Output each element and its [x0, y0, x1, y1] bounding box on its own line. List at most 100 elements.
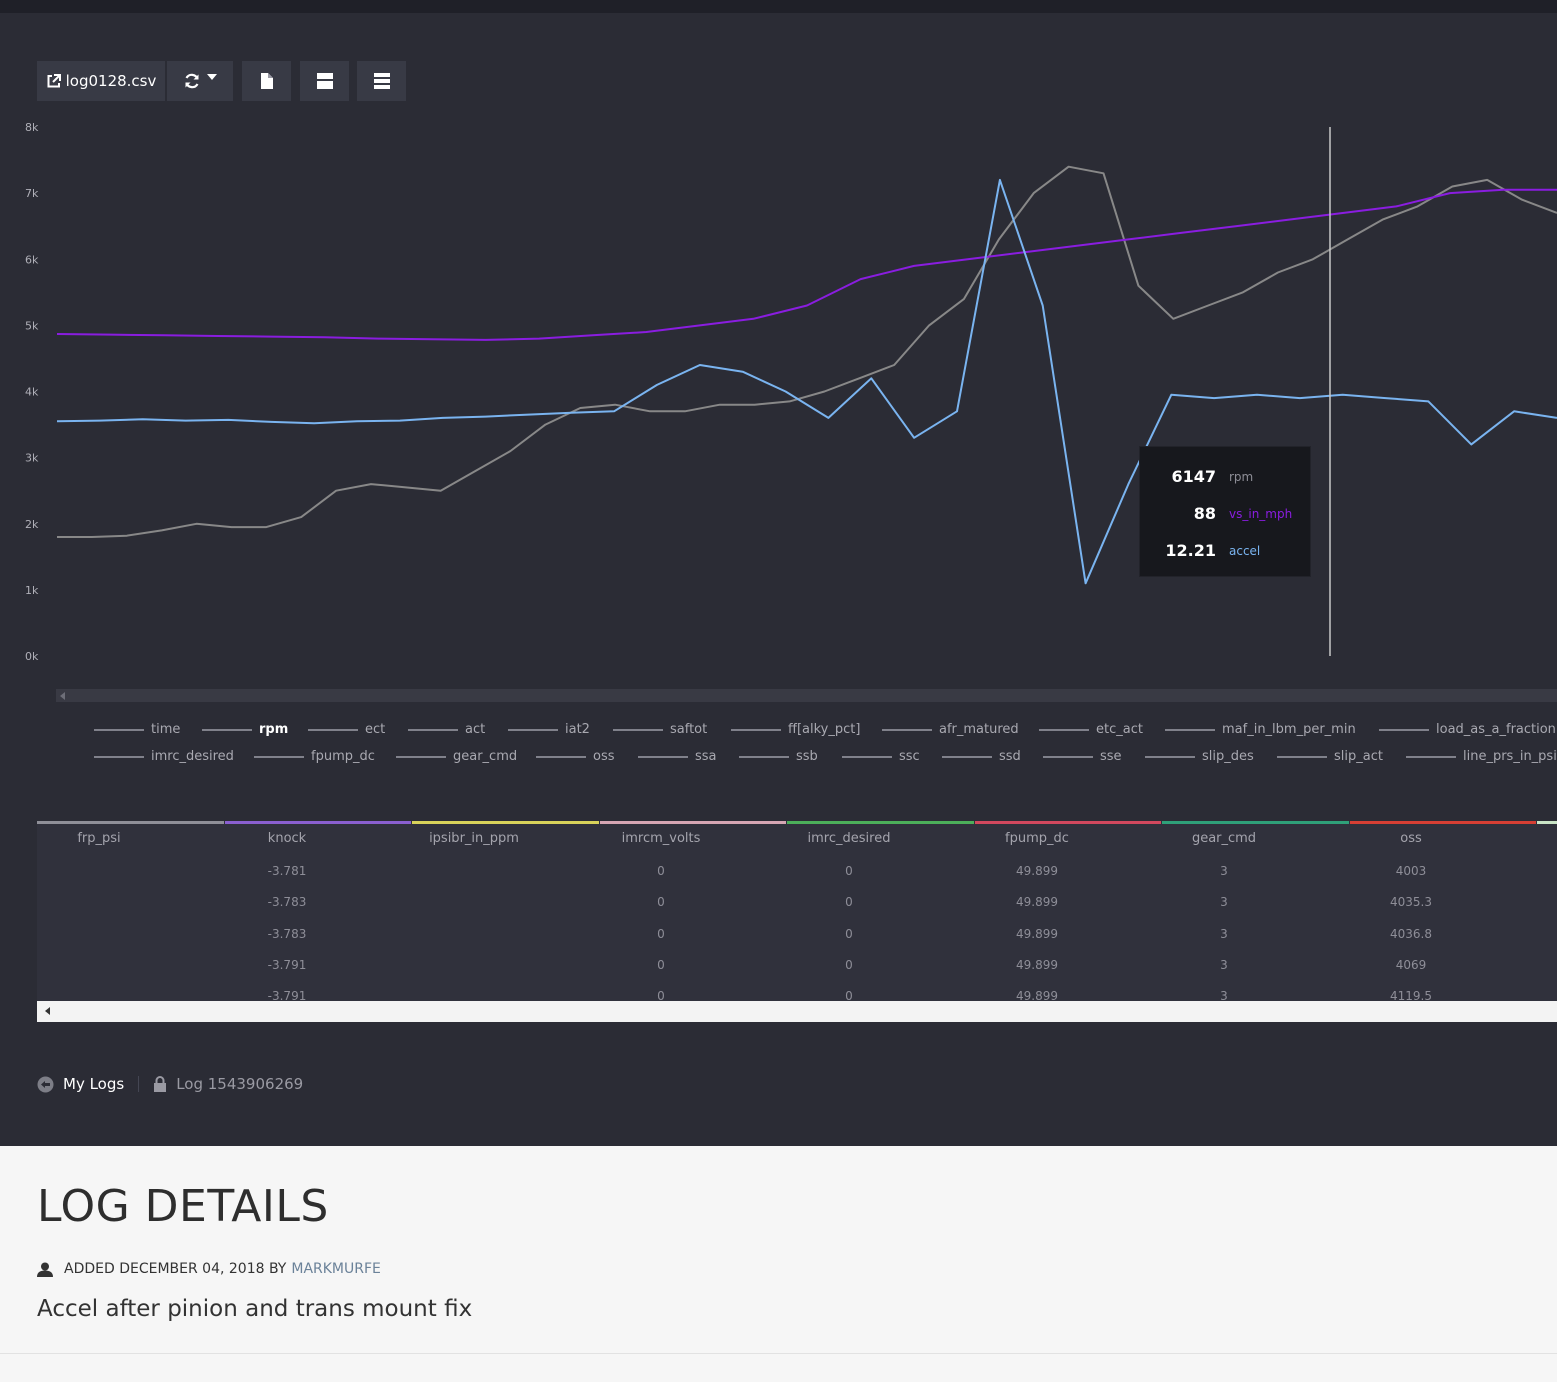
legend-line	[508, 728, 558, 731]
legend-label: ssa	[695, 749, 717, 764]
user-icon	[37, 1262, 53, 1277]
legend-item[interactable]: iat2	[508, 722, 590, 737]
table-cell: -3.783	[267, 926, 307, 941]
tooltip-row-accel: 12.21 accel	[1140, 541, 1312, 561]
legend-line	[94, 728, 144, 731]
legend-item[interactable]: ff[alky_pct]	[731, 722, 860, 737]
legend-line	[1145, 755, 1195, 758]
legend-item[interactable]: rpm	[202, 722, 288, 737]
scroll-left-icon[interactable]	[60, 692, 65, 700]
column-color-bar	[1162, 821, 1349, 824]
table-cell: 4069	[1395, 957, 1427, 972]
log-chart[interactable]: 8k 7k 6k 5k 4k 3k 2k 1k 0k	[0, 110, 1557, 680]
table-cell: 0	[845, 926, 853, 941]
legend-item[interactable]: fpump_dc	[254, 749, 375, 764]
legend-line	[882, 728, 932, 731]
table-cell: 0	[657, 926, 665, 941]
legend-label: act	[465, 722, 486, 737]
tooltip-value: 88	[1193, 504, 1216, 523]
legend-label: sse	[1100, 749, 1122, 764]
legend-item[interactable]: ssd	[942, 749, 1021, 764]
single-view-icon	[316, 73, 333, 89]
legend-item[interactable]: ssc	[842, 749, 920, 764]
page-title: LOG DETAILS	[37, 1181, 329, 1232]
legend-item[interactable]: maf_in_lbm_per_min	[1165, 722, 1356, 737]
column-header[interactable]: oss	[1331, 831, 1491, 846]
legend-label: ssb	[796, 749, 818, 764]
legend-item[interactable]: ssa	[638, 749, 717, 764]
legend-line	[1039, 728, 1089, 731]
legend-item[interactable]: gear_cmd	[396, 749, 517, 764]
legend-item[interactable]: line_prs_in_psi	[1406, 749, 1557, 764]
back-arrow-icon[interactable]	[37, 1076, 54, 1093]
author-link[interactable]: MARKMURFE	[291, 1261, 381, 1277]
y-tick-label: 1k	[25, 584, 39, 597]
column-color-bar	[1537, 821, 1557, 824]
legend-item[interactable]: imrc_desired	[94, 749, 234, 764]
column-color-bar	[599, 821, 786, 824]
table-cell: -3.791	[267, 957, 307, 972]
breadcrumb: My Logs Log 1543906269	[37, 1072, 303, 1096]
table-cell: -3.781	[267, 864, 307, 878]
column-header[interactable]: gear_cmd	[1144, 831, 1304, 846]
table-cell: 49.899	[1016, 864, 1058, 878]
tooltip-row-rpm: 6147 rpm	[1140, 467, 1312, 487]
column-header[interactable]: fpump_dc	[957, 831, 1117, 846]
data-table: frp_psi knock ipsibr_in_ppm imrcm_volts imrc…	[37, 821, 1557, 1001]
column-color-bar	[1349, 821, 1536, 824]
top-bar	[0, 0, 1557, 13]
my-logs-link[interactable]: My Logs	[63, 1075, 124, 1093]
list-view-button[interactable]	[357, 61, 406, 101]
legend-label: rpm	[259, 722, 289, 737]
column-header[interactable]: imrc_desired	[769, 831, 929, 846]
table-cell: 0	[845, 957, 853, 972]
open-file-button[interactable]: log0128.csv	[37, 61, 165, 101]
table-cell: 0	[845, 895, 853, 910]
column-color-bar	[37, 821, 224, 824]
column-header[interactable]: ipsibr_in_ppm	[394, 831, 554, 846]
legend-label: fpump_dc	[311, 749, 375, 764]
legend-item[interactable]: oss	[536, 749, 615, 764]
column-header[interactable]: frp_psi	[37, 831, 179, 846]
legend-item[interactable]: etc_act	[1039, 722, 1143, 737]
table-cell: -3.791	[267, 989, 307, 1001]
scroll-left-icon[interactable]	[45, 1007, 50, 1015]
table-horizontal-scrollbar[interactable]	[37, 1001, 1557, 1022]
series-line-vs-in-mph	[56, 188, 1557, 341]
column-header[interactable]: imrcm_volts	[581, 831, 741, 846]
column-color-bars	[37, 821, 1557, 824]
legend-line	[202, 728, 252, 731]
legend-label: slip_des	[1202, 749, 1254, 764]
legend-line	[942, 755, 992, 758]
table-cell: 49.899	[1016, 895, 1058, 910]
legend-label: iat2	[565, 722, 590, 737]
legend-item[interactable]: ect	[308, 722, 385, 737]
legend-item[interactable]: load_as_a_fraction	[1379, 722, 1556, 737]
column-color-bar	[974, 821, 1161, 824]
log-description: Accel after pinion and trans mount fix	[37, 1296, 473, 1322]
single-view-button[interactable]	[300, 61, 349, 101]
series-line-rpm	[57, 165, 1557, 538]
legend-item[interactable]: time	[94, 722, 180, 737]
legend-item[interactable]: slip_des	[1145, 749, 1254, 764]
legend-item[interactable]: sse	[1043, 749, 1122, 764]
file-icon	[260, 73, 273, 89]
table-cell: 0	[845, 989, 853, 1001]
y-tick-label: 0k	[25, 650, 39, 663]
table-cell: 0	[657, 895, 665, 910]
legend-item[interactable]: slip_act	[1277, 749, 1383, 764]
legend-item[interactable]: act	[408, 722, 485, 737]
file-name-label: log0128.csv	[65, 72, 157, 90]
log-name: Log 1543906269	[176, 1075, 304, 1093]
legend-item[interactable]: afr_matured	[882, 722, 1019, 737]
legend-item[interactable]: saftot	[613, 722, 707, 737]
table-cell: 0	[657, 864, 665, 878]
legend-line	[739, 755, 789, 758]
legend-item[interactable]: ssb	[739, 749, 818, 764]
chart-horizontal-scrollbar[interactable]	[56, 689, 1557, 702]
file-view-button[interactable]	[242, 61, 291, 101]
column-header[interactable]: knock	[207, 831, 367, 846]
refresh-dropdown-button[interactable]	[167, 61, 233, 101]
table-cell: 4119.5	[1390, 989, 1432, 1001]
legend-label: load_as_a_fraction	[1436, 722, 1556, 737]
